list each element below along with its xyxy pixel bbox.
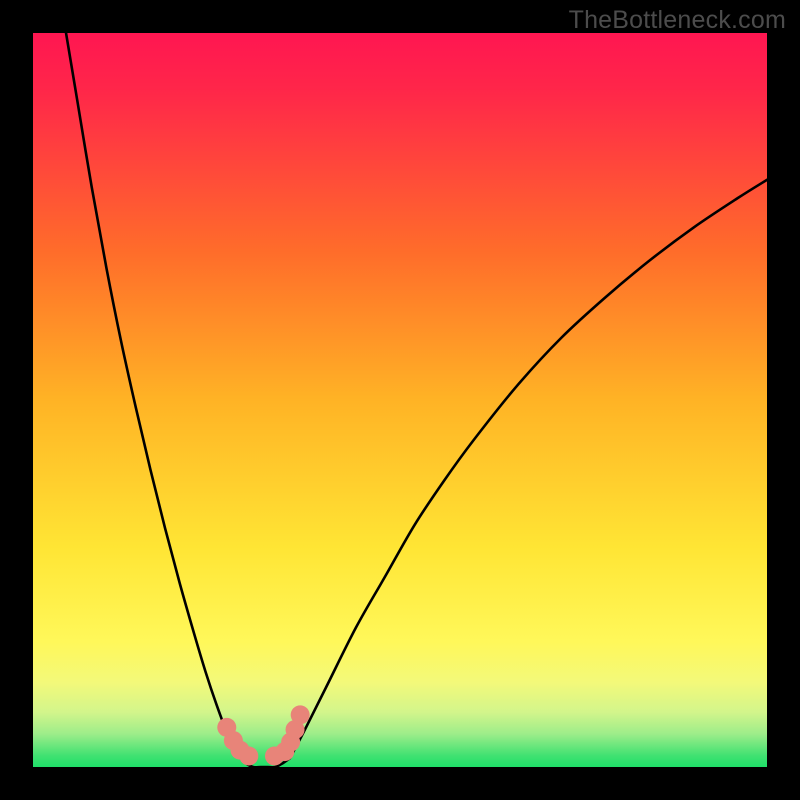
highlight-marker	[291, 705, 310, 724]
chart-plot	[33, 33, 767, 767]
gradient-background	[33, 33, 767, 767]
chart-frame: TheBottleneck.com	[0, 0, 800, 800]
watermark-text: TheBottleneck.com	[569, 6, 786, 35]
highlight-marker	[239, 746, 258, 765]
